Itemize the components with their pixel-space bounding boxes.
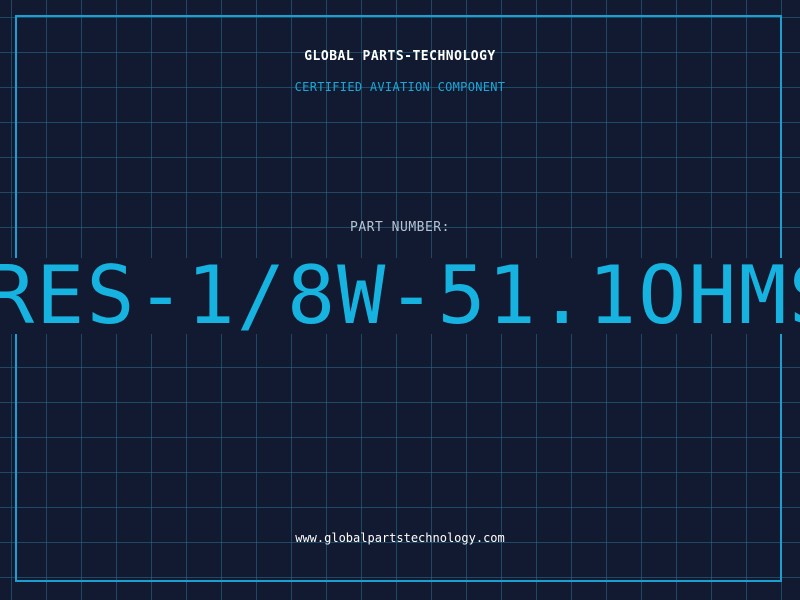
part-number-value: RES-1/8W-51.1OHMS-1 — [0, 258, 800, 334]
part-number-band: RES-1/8W-51.1OHMS-1 — [0, 258, 800, 334]
company-name: GLOBAL PARTS-TECHNOLOGY — [304, 49, 496, 64]
certification-subtitle: CERTIFIED AVIATION COMPONENT — [294, 80, 506, 94]
part-number-label: PART NUMBER: — [350, 220, 450, 235]
website-url: www.globalpartstechnology.com — [295, 531, 505, 545]
